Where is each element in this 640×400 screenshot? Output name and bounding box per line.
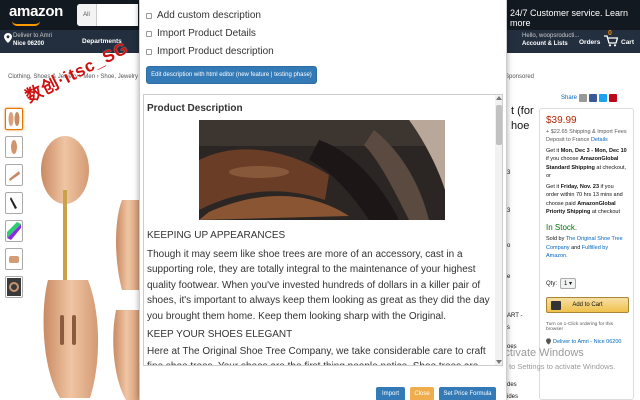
- side-text-frag: e: [507, 274, 511, 280]
- side-text-frag: o: [507, 243, 511, 249]
- side-text-frag: ART -: [507, 313, 523, 319]
- checkbox[interactable]: [146, 48, 152, 55]
- one-click-link[interactable]: Turn on 1-Click ordering for this browse…: [546, 322, 627, 332]
- side-text-frag: des: [507, 382, 517, 388]
- delivery2-a: Get it: [546, 184, 560, 191]
- import-button[interactable]: Import: [376, 387, 405, 400]
- scrollbar-thumb[interactable]: [496, 105, 502, 145]
- details-link[interactable]: Details: [591, 137, 608, 143]
- scroll-up-arrow-icon[interactable]: [496, 96, 502, 100]
- checkbox[interactable]: [146, 12, 152, 19]
- title-frag-2: hoe: [511, 120, 530, 132]
- hello-greeting: Hello, woopsroducti...: [522, 33, 580, 39]
- deliver-to-link[interactable]: Deliver to Amri - Nice 06200: [546, 338, 627, 345]
- search-category-label: All: [83, 12, 90, 18]
- share-label: Share: [561, 95, 578, 101]
- location-pin-icon: [4, 33, 12, 43]
- email-icon[interactable]: [579, 94, 588, 102]
- delivery-standard: Get it Mon, Dec 3 - Mon, Dec 10 if you c…: [546, 147, 627, 180]
- side-text-frag: s: [507, 325, 510, 331]
- option-add-custom-description[interactable]: Add custom description: [146, 10, 261, 21]
- thumbnail-shoe-tree-6[interactable]: [5, 248, 23, 270]
- option-label: Import Product Details: [157, 28, 256, 39]
- thumbnail-shoe-tree-7[interactable]: [5, 276, 23, 298]
- qty-value: 1: [564, 281, 568, 288]
- section-paragraph-1: Though it may seem like shoe trees are m…: [147, 249, 490, 322]
- section-heading-1: KEEPING UP APPEARANCES: [147, 230, 286, 241]
- section-heading-2: KEEP YOUR SHOES ELEGANT: [147, 329, 293, 341]
- stock-status: In Stock.: [546, 223, 578, 233]
- product-main-image[interactable]: [30, 110, 140, 400]
- thumbnail-shoe-tree-3[interactable]: [5, 164, 23, 186]
- cart-link[interactable]: Cart: [621, 39, 634, 46]
- option-import-product-description[interactable]: Import Product description: [146, 46, 274, 57]
- side-text-frag: ides: [507, 394, 519, 400]
- amazon-logo[interactable]: amazon: [9, 3, 63, 20]
- pinterest-icon[interactable]: [609, 94, 618, 102]
- share-row: Share: [561, 94, 618, 102]
- thumbnail-shoe-4[interactable]: [5, 192, 23, 214]
- account-menu[interactable]: Hello, woopsroducti... Account & Lists: [522, 32, 579, 48]
- option-import-product-details[interactable]: Import Product Details: [146, 28, 256, 39]
- option-label: Import Product description: [157, 46, 274, 57]
- side-text-frag: 3: [507, 208, 511, 214]
- scroll-down-arrow-icon[interactable]: [496, 360, 502, 364]
- activate-windows-watermark: Activate Windows Go to Settings to activ…: [497, 347, 615, 373]
- description-editor[interactable]: Product Description KEEPING UP APPEARANC…: [143, 94, 503, 366]
- price: $39.99: [546, 115, 577, 126]
- thumbnail-strip: [5, 108, 23, 304]
- add-to-cart-label: Add to Cart: [572, 302, 603, 309]
- delivery2-e: at checkout: [591, 209, 620, 216]
- facebook-icon[interactable]: [589, 94, 598, 102]
- editor-scrollbar[interactable]: [495, 95, 502, 365]
- sponsored-label: Sponsored: [505, 74, 535, 80]
- seller-info: Sold by The Original Shoe Tree Company a…: [546, 235, 627, 260]
- import-description-modal: Add custom description Import Product De…: [139, 0, 507, 400]
- section-paragraph-2: Here at The Original Shoe Tree Company, …: [147, 346, 486, 365]
- side-text-frag: 3: [507, 170, 511, 176]
- edit-html-editor-button[interactable]: Edit description with html editor (new f…: [146, 66, 317, 84]
- activate-sub: Go to Settings to activate Windows.: [497, 362, 616, 371]
- customer-service-link[interactable]: 24/7 Customer service. Learn more: [510, 8, 640, 28]
- description-heading: Product Description: [147, 103, 243, 114]
- and-label: and: [571, 244, 581, 251]
- deliver-to-location[interactable]: Deliver to Amri Nice 06200: [13, 32, 52, 48]
- editor-content[interactable]: Product Description KEEPING UP APPEARANC…: [144, 95, 494, 365]
- delivery-priority: Get it Friday, Nov. 23 if you order with…: [546, 183, 627, 216]
- set-price-formula-button[interactable]: Set Price Formula: [439, 387, 496, 400]
- product-title-fragment: t (for hoe: [511, 104, 534, 134]
- sold-by-label: Sold by: [546, 236, 565, 243]
- cart-count: 0: [608, 30, 612, 37]
- delivery1-b: Mon, Dec 3 - Mon, Dec 10: [560, 148, 627, 154]
- twitter-icon[interactable]: [599, 94, 608, 102]
- thumbnail-shoe-tree-1[interactable]: [5, 108, 23, 130]
- option-label: Add custom description: [157, 10, 261, 21]
- delivery1-c: if you choose: [546, 156, 579, 163]
- checkbox[interactable]: [146, 30, 152, 37]
- add-to-cart-button[interactable]: Add to Cart: [546, 297, 629, 314]
- shoes-photo: [199, 120, 445, 220]
- delivery1-a: Get it: [546, 148, 560, 154]
- title-frag-1: t (for: [511, 105, 534, 117]
- qty-label: Qty:: [546, 280, 558, 287]
- activate-title: Activate Windows: [497, 347, 584, 359]
- deliver-to-text: Deliver to Amri - Nice 06200: [553, 338, 622, 345]
- shipping-info: + $22.65 Shipping & Import Fees Deposit …: [546, 128, 627, 144]
- location-pin-icon: [546, 338, 551, 345]
- delivery2-b: Friday, Nov. 23: [560, 184, 599, 191]
- amazon-smile-icon: [12, 21, 40, 26]
- search-category-dropdown[interactable]: All: [77, 4, 97, 26]
- cart-mini-icon: [551, 301, 561, 311]
- shipping-text: + $22.65 Shipping & Import Fees Deposit …: [546, 129, 627, 143]
- quantity-row: Qty: 1 ▾: [546, 278, 627, 290]
- deliver-line2: Nice 06200: [13, 41, 45, 47]
- orders-link[interactable]: Orders: [579, 39, 600, 46]
- close-button[interactable]: Close: [410, 387, 434, 400]
- thumbnail-color-5[interactable]: [5, 220, 23, 242]
- deliver-line1: Deliver to Amri: [13, 33, 53, 39]
- thumbnail-shoe-tree-2[interactable]: [5, 136, 23, 158]
- quantity-select[interactable]: 1 ▾: [560, 278, 577, 290]
- account-lists-label: Account & Lists: [522, 41, 568, 47]
